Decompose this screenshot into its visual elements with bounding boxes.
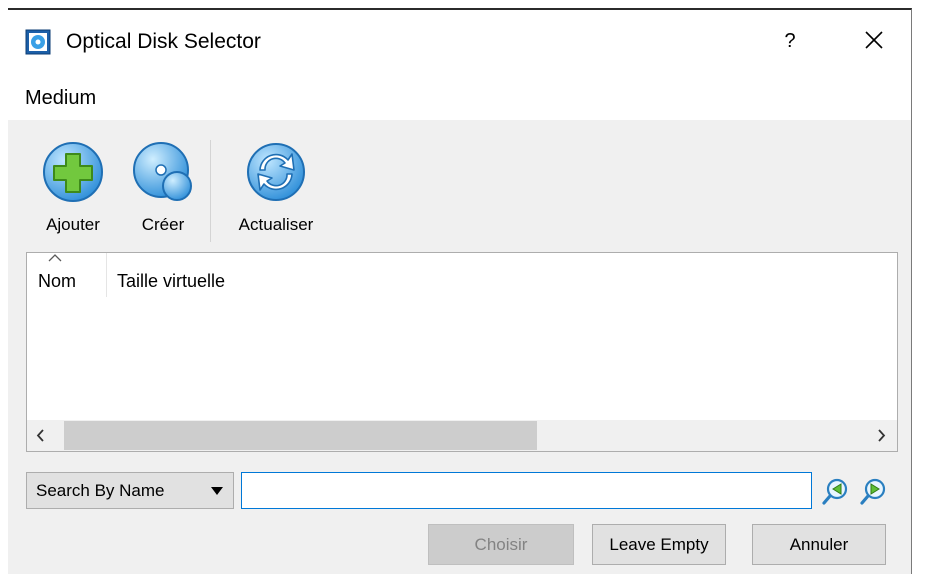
list-header: Nom Taille virtuelle: [27, 253, 897, 297]
add-disk-icon: [43, 142, 103, 202]
refresh-button[interactable]: Actualiser: [225, 140, 327, 235]
create-disk-icon: [133, 142, 192, 201]
close-icon: [865, 31, 883, 49]
title-bar[interactable]: Optical Disk Selector ?: [8, 10, 911, 72]
help-button[interactable]: ?: [770, 24, 810, 58]
virtualbox-disk-icon: [25, 29, 51, 55]
scrollbar-thumb[interactable]: [64, 421, 537, 450]
dropdown-arrow-icon: [211, 487, 223, 495]
search-next-icon: [860, 478, 886, 505]
add-button-label: Ajouter: [46, 215, 100, 234]
optical-disk-selector-window: Optical Disk Selector ? Medium Ajouter C…: [8, 8, 912, 574]
scroll-left-button[interactable]: [27, 420, 59, 451]
column-header-name-label: Nom: [38, 271, 77, 291]
refresh-icon: [247, 143, 305, 201]
search-previous-icon: [822, 478, 848, 505]
choose-button[interactable]: Choisir: [428, 524, 574, 565]
search-mode-dropdown[interactable]: Search By Name: [26, 472, 234, 509]
search-input[interactable]: [241, 472, 812, 509]
media-list[interactable]: Nom Taille virtuelle: [26, 252, 898, 452]
window-title: Optical Disk Selector: [66, 30, 261, 53]
create-button[interactable]: Créer: [129, 140, 197, 235]
close-button[interactable]: [854, 24, 894, 58]
column-header-virtual-size[interactable]: Taille virtuelle: [107, 253, 407, 297]
horizontal-scrollbar[interactable]: [27, 420, 897, 451]
add-button[interactable]: Ajouter: [36, 140, 110, 235]
sort-ascending-icon: [48, 254, 62, 262]
scroll-right-button[interactable]: [865, 420, 897, 451]
search-mode-value: Search By Name: [36, 481, 165, 500]
chevron-right-icon: [878, 429, 886, 442]
leave-empty-button[interactable]: Leave Empty: [592, 524, 726, 565]
create-button-label: Créer: [141, 215, 185, 234]
cancel-button[interactable]: Annuler: [752, 524, 886, 565]
toolbar: Ajouter Créer Actualiser: [8, 120, 911, 252]
toolbar-separator: [210, 140, 211, 242]
search-previous-button[interactable]: [820, 476, 852, 506]
column-header-virtual-size-label: Taille virtuelle: [117, 271, 226, 291]
menu-medium[interactable]: Medium: [25, 85, 96, 112]
menu-bar: Medium: [8, 72, 911, 120]
chevron-left-icon: [36, 429, 44, 442]
search-next-button[interactable]: [858, 476, 890, 506]
refresh-button-label: Actualiser: [238, 215, 314, 234]
column-header-name[interactable]: Nom: [27, 253, 107, 297]
